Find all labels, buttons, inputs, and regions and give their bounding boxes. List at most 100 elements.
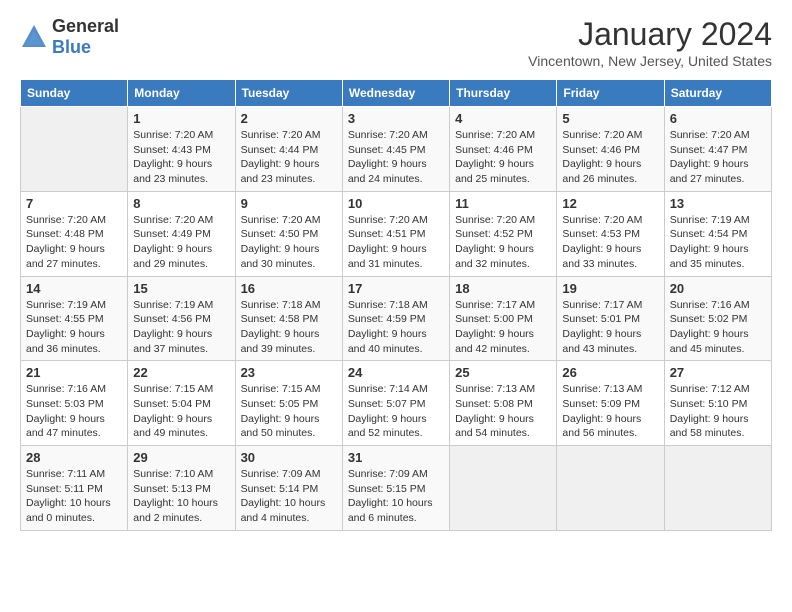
day-sunrise: Sunrise: 7:09 AM — [241, 468, 321, 480]
day-number: 14 — [26, 281, 122, 296]
day-daylight: Daylight: 9 hours and 39 minutes. — [241, 328, 320, 355]
day-sunrise: Sunrise: 7:20 AM — [455, 129, 535, 141]
weekday-header: Friday — [557, 80, 664, 107]
day-number: 1 — [133, 111, 229, 126]
calendar-cell: 14 Sunrise: 7:19 AM Sunset: 4:55 PM Dayl… — [21, 276, 128, 361]
day-number: 26 — [562, 365, 658, 380]
calendar-cell: 11 Sunrise: 7:20 AM Sunset: 4:52 PM Dayl… — [450, 191, 557, 276]
day-sunrise: Sunrise: 7:13 AM — [455, 383, 535, 395]
calendar-week-row: 28 Sunrise: 7:11 AM Sunset: 5:11 PM Dayl… — [21, 446, 772, 531]
day-daylight: Daylight: 9 hours and 33 minutes. — [562, 243, 641, 270]
day-sunset: Sunset: 5:11 PM — [26, 483, 103, 495]
day-number: 21 — [26, 365, 122, 380]
day-number: 13 — [670, 196, 766, 211]
day-sunrise: Sunrise: 7:20 AM — [348, 129, 428, 141]
day-daylight: Daylight: 9 hours and 23 minutes. — [241, 158, 320, 185]
day-number: 17 — [348, 281, 444, 296]
day-daylight: Daylight: 9 hours and 50 minutes. — [241, 413, 320, 440]
day-daylight: Daylight: 9 hours and 58 minutes. — [670, 413, 749, 440]
calendar-cell: 12 Sunrise: 7:20 AM Sunset: 4:53 PM Dayl… — [557, 191, 664, 276]
day-sunset: Sunset: 5:09 PM — [562, 398, 640, 410]
calendar-table: SundayMondayTuesdayWednesdayThursdayFrid… — [20, 79, 772, 531]
day-sunset: Sunset: 4:46 PM — [562, 144, 640, 156]
page-header: General Blue January 2024 Vincentown, Ne… — [20, 16, 772, 69]
day-sunrise: Sunrise: 7:19 AM — [670, 214, 750, 226]
day-daylight: Daylight: 10 hours and 2 minutes. — [133, 497, 218, 524]
day-number: 6 — [670, 111, 766, 126]
calendar-cell: 17 Sunrise: 7:18 AM Sunset: 4:59 PM Dayl… — [342, 276, 449, 361]
day-number: 3 — [348, 111, 444, 126]
calendar-cell: 30 Sunrise: 7:09 AM Sunset: 5:14 PM Dayl… — [235, 446, 342, 531]
day-sunset: Sunset: 5:02 PM — [670, 313, 748, 325]
location-title: Vincentown, New Jersey, United States — [528, 53, 772, 69]
day-sunrise: Sunrise: 7:20 AM — [133, 129, 213, 141]
day-sunrise: Sunrise: 7:14 AM — [348, 383, 428, 395]
calendar-cell: 13 Sunrise: 7:19 AM Sunset: 4:54 PM Dayl… — [664, 191, 771, 276]
day-sunset: Sunset: 4:56 PM — [133, 313, 211, 325]
day-sunset: Sunset: 4:44 PM — [241, 144, 319, 156]
day-sunrise: Sunrise: 7:15 AM — [133, 383, 213, 395]
calendar-cell: 31 Sunrise: 7:09 AM Sunset: 5:15 PM Dayl… — [342, 446, 449, 531]
calendar-week-row: 21 Sunrise: 7:16 AM Sunset: 5:03 PM Dayl… — [21, 361, 772, 446]
day-sunset: Sunset: 4:48 PM — [26, 228, 104, 240]
calendar-cell: 25 Sunrise: 7:13 AM Sunset: 5:08 PM Dayl… — [450, 361, 557, 446]
day-sunrise: Sunrise: 7:20 AM — [241, 129, 321, 141]
day-daylight: Daylight: 9 hours and 27 minutes. — [670, 158, 749, 185]
weekday-header: Sunday — [21, 80, 128, 107]
day-daylight: Daylight: 10 hours and 4 minutes. — [241, 497, 326, 524]
day-sunset: Sunset: 4:45 PM — [348, 144, 426, 156]
day-daylight: Daylight: 9 hours and 42 minutes. — [455, 328, 534, 355]
day-sunset: Sunset: 5:13 PM — [133, 483, 211, 495]
day-daylight: Daylight: 9 hours and 31 minutes. — [348, 243, 427, 270]
day-sunrise: Sunrise: 7:16 AM — [26, 383, 106, 395]
day-sunrise: Sunrise: 7:20 AM — [133, 214, 213, 226]
day-sunrise: Sunrise: 7:20 AM — [562, 129, 642, 141]
day-number: 15 — [133, 281, 229, 296]
day-daylight: Daylight: 9 hours and 25 minutes. — [455, 158, 534, 185]
day-sunset: Sunset: 4:58 PM — [241, 313, 319, 325]
day-sunset: Sunset: 5:14 PM — [241, 483, 319, 495]
calendar-cell: 26 Sunrise: 7:13 AM Sunset: 5:09 PM Dayl… — [557, 361, 664, 446]
day-daylight: Daylight: 9 hours and 54 minutes. — [455, 413, 534, 440]
day-sunrise: Sunrise: 7:11 AM — [26, 468, 105, 480]
weekday-header: Wednesday — [342, 80, 449, 107]
calendar-cell — [21, 107, 128, 192]
weekday-header: Thursday — [450, 80, 557, 107]
weekday-header: Monday — [128, 80, 235, 107]
day-sunset: Sunset: 4:43 PM — [133, 144, 211, 156]
day-number: 8 — [133, 196, 229, 211]
calendar-cell: 23 Sunrise: 7:15 AM Sunset: 5:05 PM Dayl… — [235, 361, 342, 446]
day-sunrise: Sunrise: 7:20 AM — [670, 129, 750, 141]
day-daylight: Daylight: 9 hours and 45 minutes. — [670, 328, 749, 355]
day-number: 20 — [670, 281, 766, 296]
day-sunrise: Sunrise: 7:20 AM — [562, 214, 642, 226]
day-sunrise: Sunrise: 7:17 AM — [455, 299, 535, 311]
day-sunset: Sunset: 4:47 PM — [670, 144, 748, 156]
calendar-cell: 5 Sunrise: 7:20 AM Sunset: 4:46 PM Dayli… — [557, 107, 664, 192]
day-sunrise: Sunrise: 7:19 AM — [133, 299, 213, 311]
calendar-cell: 10 Sunrise: 7:20 AM Sunset: 4:51 PM Dayl… — [342, 191, 449, 276]
calendar-cell: 27 Sunrise: 7:12 AM Sunset: 5:10 PM Dayl… — [664, 361, 771, 446]
day-number: 24 — [348, 365, 444, 380]
day-daylight: Daylight: 9 hours and 43 minutes. — [562, 328, 641, 355]
day-daylight: Daylight: 9 hours and 27 minutes. — [26, 243, 105, 270]
day-sunset: Sunset: 5:10 PM — [670, 398, 748, 410]
day-sunrise: Sunrise: 7:20 AM — [455, 214, 535, 226]
day-daylight: Daylight: 9 hours and 37 minutes. — [133, 328, 212, 355]
day-daylight: Daylight: 10 hours and 0 minutes. — [26, 497, 111, 524]
logo-text: General Blue — [52, 16, 119, 58]
day-sunrise: Sunrise: 7:20 AM — [26, 214, 106, 226]
day-number: 19 — [562, 281, 658, 296]
calendar-cell: 28 Sunrise: 7:11 AM Sunset: 5:11 PM Dayl… — [21, 446, 128, 531]
logo: General Blue — [20, 16, 119, 58]
calendar-cell: 8 Sunrise: 7:20 AM Sunset: 4:49 PM Dayli… — [128, 191, 235, 276]
day-number: 12 — [562, 196, 658, 211]
day-sunset: Sunset: 4:50 PM — [241, 228, 319, 240]
day-sunset: Sunset: 5:05 PM — [241, 398, 319, 410]
calendar-cell: 9 Sunrise: 7:20 AM Sunset: 4:50 PM Dayli… — [235, 191, 342, 276]
day-sunrise: Sunrise: 7:20 AM — [348, 214, 428, 226]
calendar-cell: 1 Sunrise: 7:20 AM Sunset: 4:43 PM Dayli… — [128, 107, 235, 192]
day-daylight: Daylight: 9 hours and 29 minutes. — [133, 243, 212, 270]
logo-blue: Blue — [52, 37, 91, 57]
month-title: January 2024 — [528, 16, 772, 53]
